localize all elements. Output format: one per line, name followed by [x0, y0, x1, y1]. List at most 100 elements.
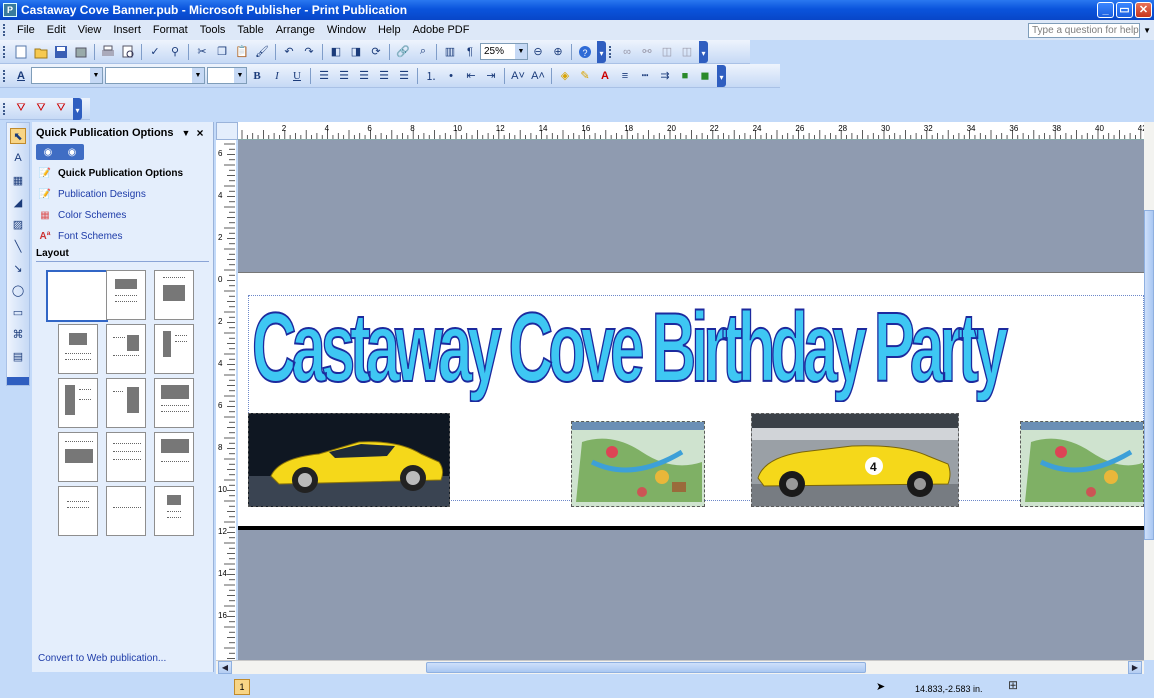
line-style-icon[interactable]: ≡: [617, 68, 633, 84]
layout-option[interactable]: [58, 486, 98, 536]
dash-style-icon[interactable]: ┅: [637, 68, 653, 84]
toolbar-options-button[interactable]: [7, 377, 29, 385]
styles-icon[interactable]: A: [13, 68, 29, 84]
columns-icon[interactable]: ▥: [442, 44, 458, 60]
connect-frames-icon[interactable]: ∞: [619, 44, 635, 60]
arrow-icon[interactable]: ↘: [10, 260, 26, 276]
arrow-style-icon[interactable]: ⇉: [657, 68, 673, 84]
scroll-left-button[interactable]: ◀: [218, 661, 232, 674]
menu-file[interactable]: File: [11, 24, 41, 36]
task-pane-menu-icon[interactable]: ▼: [182, 128, 191, 138]
new-icon[interactable]: [13, 44, 29, 60]
menu-arrange[interactable]: Arrange: [270, 24, 321, 36]
3d-style-icon[interactable]: ◼: [697, 68, 713, 84]
insert-table-icon[interactable]: ▦: [10, 172, 26, 188]
save-icon[interactable]: [53, 44, 69, 60]
horizontal-scrollbar[interactable]: ◀ ▶: [216, 660, 1144, 674]
undo-icon[interactable]: ↶: [281, 44, 297, 60]
forward-icon[interactable]: ◉: [68, 147, 77, 158]
line-icon[interactable]: ╲: [10, 238, 26, 254]
yellow-corvette-photo[interactable]: [248, 413, 450, 507]
toolbar-grip[interactable]: [3, 102, 7, 115]
page-navigator-button[interactable]: 1: [234, 679, 250, 695]
open-icon[interactable]: [33, 44, 49, 60]
font-color-icon[interactable]: A: [597, 68, 613, 84]
line-color-icon[interactable]: ✎: [577, 68, 593, 84]
help-icon[interactable]: ?: [577, 44, 593, 60]
horizontal-scroll-thumb[interactable]: [426, 662, 866, 673]
racing-corvette-photo[interactable]: 4: [751, 413, 959, 507]
justify-icon[interactable]: ☰: [376, 68, 392, 84]
select-objects-icon[interactable]: ⬉: [10, 128, 26, 144]
layout-option[interactable]: [154, 378, 194, 428]
decrease-indent-icon[interactable]: ⇤: [463, 68, 479, 84]
toolbar-options-button[interactable]: ▾: [73, 97, 82, 120]
menu-adobe-pdf[interactable]: Adobe PDF: [407, 24, 476, 36]
convert-pdf-icon[interactable]: ⛛: [13, 101, 29, 117]
text-box-icon[interactable]: A: [10, 150, 26, 166]
layout-option[interactable]: [106, 270, 146, 320]
design-gallery-icon[interactable]: ▤: [10, 348, 26, 364]
numbering-icon[interactable]: ⒈: [423, 68, 439, 84]
menu-format[interactable]: Format: [147, 24, 194, 36]
increase-font-icon[interactable]: A˄: [530, 68, 546, 84]
vertical-scroll-thumb[interactable]: [1144, 210, 1154, 540]
horizontal-ruler[interactable]: 24681012141618202224262830323436384042: [238, 122, 1144, 140]
align-left-icon[interactable]: ☰: [316, 68, 332, 84]
permission-icon[interactable]: [73, 44, 89, 60]
print-icon[interactable]: [100, 44, 116, 60]
zoom-in-icon[interactable]: ⊕: [550, 44, 566, 60]
toolbar-options-button[interactable]: ▾: [699, 40, 708, 63]
park-map-photo[interactable]: [571, 421, 705, 507]
convert-pdf-review-icon[interactable]: ⛛: [53, 101, 69, 117]
vertical-scrollbar[interactable]: [1144, 122, 1154, 660]
zoom-out-icon[interactable]: ⊖: [530, 44, 546, 60]
rotate-icon[interactable]: ⟳: [368, 44, 384, 60]
research-icon[interactable]: ⚲: [167, 44, 183, 60]
layout-option[interactable]: [58, 432, 98, 482]
layout-option[interactable]: [58, 378, 98, 428]
toolbar-options-button[interactable]: ▾: [717, 64, 726, 87]
menu-edit[interactable]: Edit: [41, 24, 72, 36]
bring-forward-icon[interactable]: ◧: [328, 44, 344, 60]
minimize-button[interactable]: _: [1097, 2, 1114, 18]
menu-help[interactable]: Help: [372, 24, 407, 36]
zoom-page-icon[interactable]: ⌕: [415, 44, 431, 60]
convert-to-web-link[interactable]: Convert to Web publication...: [38, 653, 166, 664]
convert-pdf-email-icon[interactable]: ⛛: [33, 101, 49, 117]
rectangle-icon[interactable]: ▭: [10, 304, 26, 320]
document-canvas[interactable]: Castaway Cove Birthday Party 4: [238, 140, 1144, 660]
menu-table[interactable]: Table: [231, 24, 269, 36]
link-color-schemes[interactable]: ▦ Color Schemes: [38, 208, 213, 223]
oval-icon[interactable]: ◯: [10, 282, 26, 298]
scroll-right-button[interactable]: ▶: [1128, 661, 1142, 674]
layout-option[interactable]: [154, 270, 194, 320]
ruler-corner[interactable]: [216, 122, 238, 140]
fill-color-icon[interactable]: ◈: [557, 68, 573, 84]
previous-frame-icon[interactable]: ◫: [659, 44, 675, 60]
insert-wordart-icon[interactable]: ◢: [10, 194, 26, 210]
close-button[interactable]: ✕: [1135, 2, 1152, 18]
layout-option[interactable]: [154, 324, 194, 374]
menu-insert[interactable]: Insert: [107, 24, 147, 36]
align-center-icon[interactable]: ☰: [336, 68, 352, 84]
italic-button[interactable]: I: [269, 68, 285, 84]
bullets-icon[interactable]: •: [443, 68, 459, 84]
send-backward-icon[interactable]: ◨: [348, 44, 364, 60]
menu-view[interactable]: View: [72, 24, 108, 36]
link-quick-publication-options[interactable]: 📝 Quick Publication Options: [38, 166, 213, 181]
font-select[interactable]: ▼: [105, 67, 205, 84]
layout-option[interactable]: [106, 324, 146, 374]
layout-option[interactable]: [106, 486, 146, 536]
zoom-select[interactable]: 25% ▼: [480, 43, 528, 60]
toolbar-grip[interactable]: [3, 45, 7, 58]
restore-button[interactable]: ▭: [1116, 2, 1133, 18]
shadow-style-icon[interactable]: ■: [677, 68, 693, 84]
hyperlink-icon[interactable]: 🔗: [395, 44, 411, 60]
link-font-schemes[interactable]: Aª Font Schemes: [38, 229, 213, 244]
format-painter-icon[interactable]: 🖌: [254, 44, 270, 60]
distribute-icon[interactable]: ☰: [396, 68, 412, 84]
align-right-icon[interactable]: ☰: [356, 68, 372, 84]
menu-window[interactable]: Window: [321, 24, 372, 36]
help-dropdown-icon[interactable]: ▼: [1143, 26, 1151, 35]
